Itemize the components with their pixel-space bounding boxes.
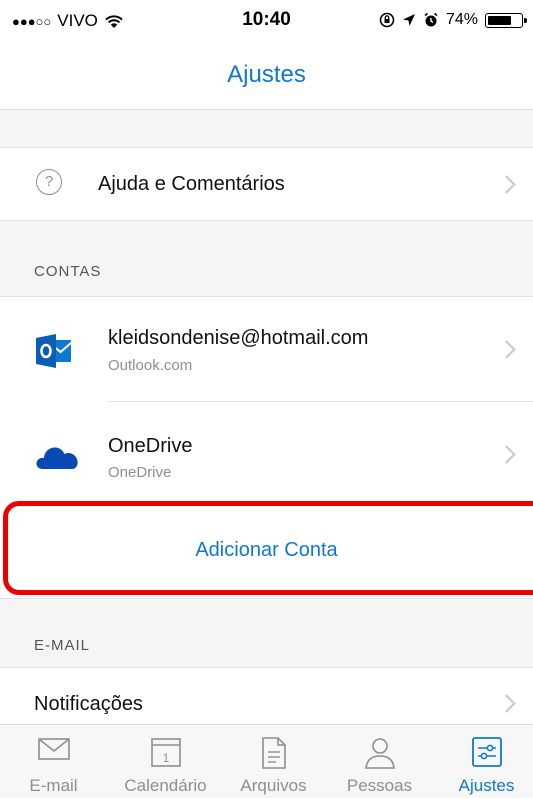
tab-people[interactable]: Pessoas	[326, 725, 433, 799]
accounts-section-title: CONTAS	[34, 263, 102, 280]
outlook-icon	[36, 334, 72, 368]
highlight-annotation	[3, 501, 533, 595]
account-row-onedrive[interactable]: OneDrive OneDrive	[0, 402, 533, 500]
email-section-header: E-MAIL	[0, 598, 533, 668]
tab-label: Pessoas	[346, 776, 413, 795]
tab-label: Calendário	[124, 776, 207, 795]
tab-settings[interactable]: Ajustes	[433, 725, 533, 799]
calendar-day: 1	[162, 751, 169, 765]
tab-label: Arquivos	[240, 776, 307, 795]
help-label: Ajuda e Comentários	[98, 173, 285, 195]
tab-files[interactable]: Arquivos	[220, 725, 327, 799]
help-circle-icon: ?	[36, 169, 62, 195]
notifications-label: Notificações	[34, 693, 143, 715]
chevron-right-icon	[497, 694, 516, 713]
person-icon	[364, 738, 395, 769]
tab-label: E-mail	[29, 776, 78, 795]
page-title: Ajustes	[227, 61, 306, 88]
account-email: kleidsondenise@hotmail.com	[108, 327, 369, 349]
battery-percent: 74%	[445, 11, 478, 28]
file-icon	[261, 737, 286, 769]
tab-label: Ajustes	[458, 776, 515, 795]
alarm-icon	[424, 12, 438, 27]
tab-bar: E-mail 1 Calendário Arquivos Pessoas Aju…	[0, 724, 533, 798]
account-type: OneDrive	[108, 464, 172, 481]
account-type: Outlook.com	[108, 357, 193, 374]
tab-email[interactable]: E-mail	[0, 725, 107, 799]
chevron-right-icon	[497, 175, 516, 194]
status-bar: ●●●○○ VIVO 10:40 74%	[0, 0, 533, 40]
calendar-icon: 1	[150, 738, 181, 767]
section-spacer	[0, 110, 533, 148]
chevron-right-icon	[497, 445, 516, 464]
notifications-row[interactable]: Notificações	[0, 668, 533, 724]
mail-icon	[37, 738, 70, 760]
settings-sliders-icon	[471, 737, 502, 767]
tab-calendar[interactable]: 1 Calendário	[112, 725, 219, 799]
chevron-right-icon	[497, 340, 516, 359]
battery-icon	[485, 12, 527, 28]
rotation-lock-icon	[379, 12, 395, 28]
location-icon	[402, 14, 415, 26]
onedrive-icon	[36, 447, 78, 469]
status-icons: 74%	[379, 11, 527, 29]
account-row-outlook[interactable]: kleidsondenise@hotmail.com Outlook.com	[0, 297, 533, 401]
help-row[interactable]: ? Ajuda e Comentários	[0, 148, 533, 220]
accounts-section-header: CONTAS	[0, 220, 533, 297]
battery-fill	[488, 15, 511, 25]
email-section-title: E-MAIL	[34, 637, 91, 654]
account-name: OneDrive	[108, 435, 193, 457]
navigation-bar: Ajustes	[0, 40, 533, 110]
